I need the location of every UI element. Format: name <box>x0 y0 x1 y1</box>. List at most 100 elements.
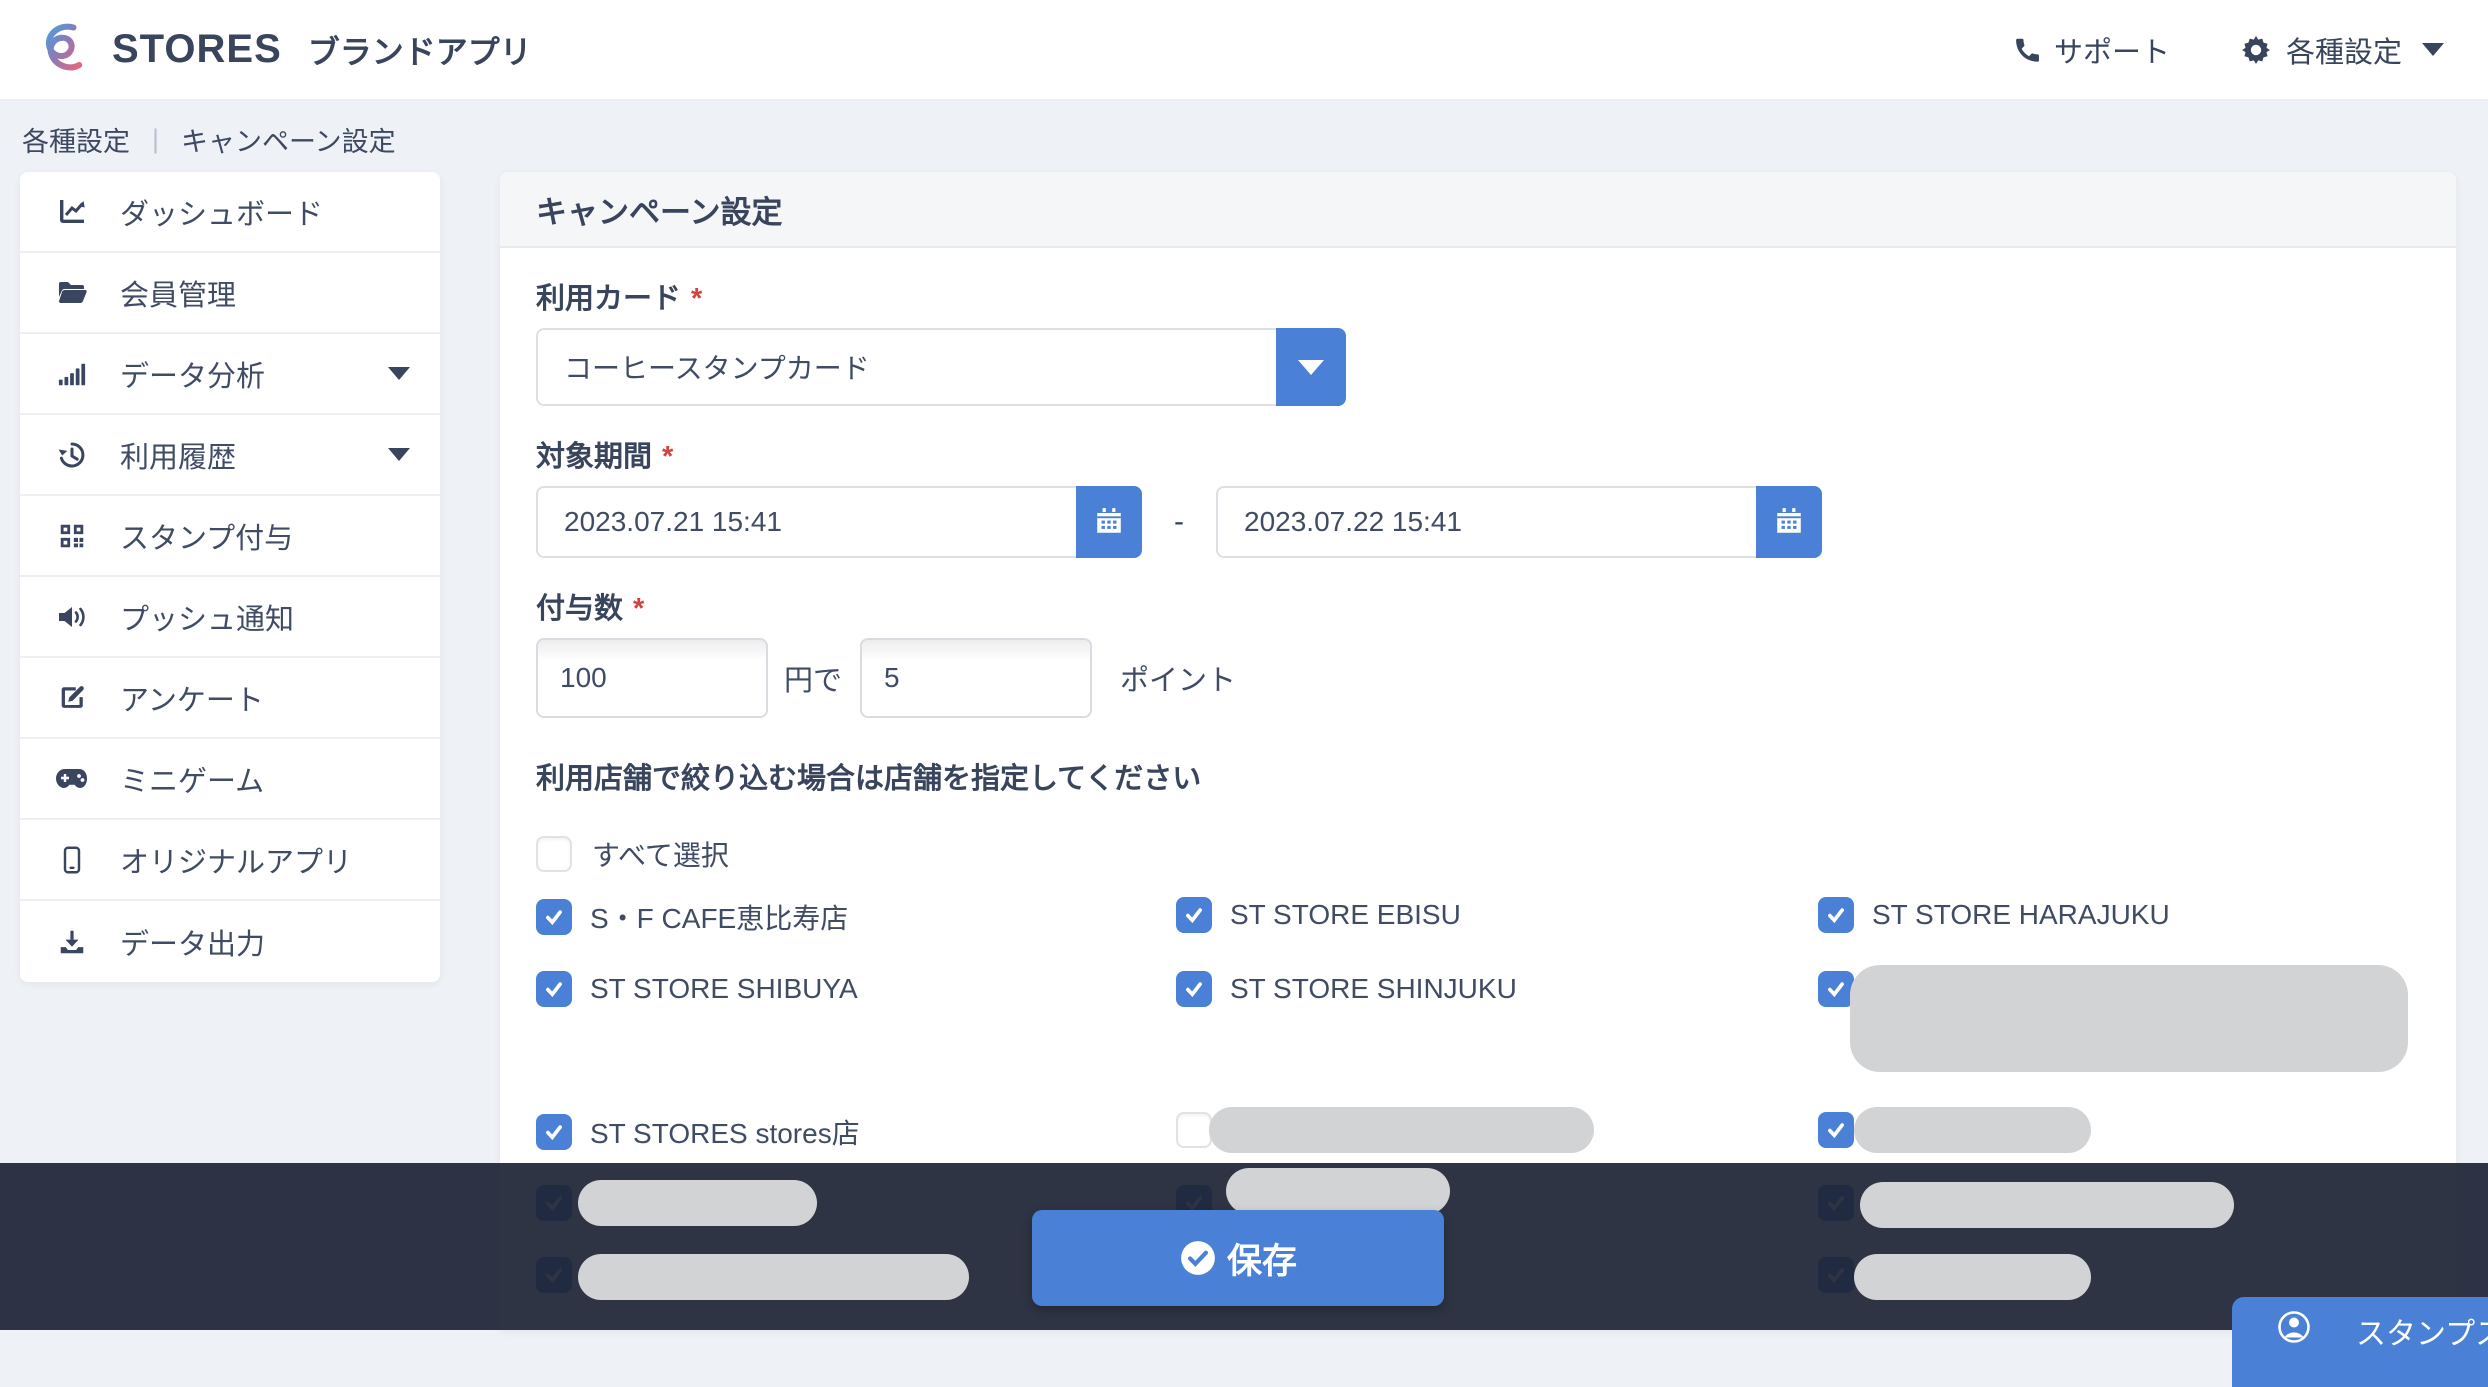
brand-name: STORES <box>112 27 282 72</box>
download-icon <box>50 927 94 957</box>
checkbox-checked-icon[interactable] <box>536 971 572 1007</box>
sidebar: ダッシュボード 会員管理 データ分析 利用履歴 スタンプ付与 プッシュ通知 <box>20 172 440 982</box>
sidebar-item-data-export[interactable]: データ出力 <box>20 901 440 982</box>
signal-bars-icon <box>50 359 94 389</box>
label-text: 利用カード <box>536 283 681 315</box>
stores-heading: 利用店舗で絞り込む場合は店舗を指定してください <box>536 762 2420 796</box>
points-label: 付与数* <box>536 592 2420 626</box>
check-circle-icon <box>1179 1239 1217 1277</box>
save-label: 保存 <box>1227 1233 1297 1284</box>
store-item-redacted[interactable] <box>1176 1112 1230 1148</box>
period-row: - <box>536 486 2420 558</box>
amount-input[interactable] <box>536 638 768 718</box>
sidebar-item-label: ミニゲーム <box>120 758 264 800</box>
checkbox-checked-icon[interactable] <box>1176 971 1212 1007</box>
sidebar-item-label: データ出力 <box>120 921 265 963</box>
support-label: サポート <box>2054 29 2170 71</box>
page-title: キャンペーン設定 <box>536 187 782 232</box>
sidebar-item-data-analysis[interactable]: データ分析 <box>20 334 440 415</box>
sidebar-item-members[interactable]: 会員管理 <box>20 253 440 334</box>
checkbox-checked-icon[interactable] <box>536 1114 572 1150</box>
label-text: 付与数 <box>536 593 623 625</box>
sidebar-item-stamp-grant[interactable]: スタンプ付与 <box>20 496 440 577</box>
store-item[interactable]: ST STORE SHINJUKU <box>1176 971 1517 1007</box>
card-select-value[interactable]: コーヒースタンプカード <box>536 328 1276 406</box>
sidebar-item-survey[interactable]: アンケート <box>20 658 440 739</box>
save-button[interactable]: 保存 <box>1032 1210 1444 1306</box>
store-label: ST STORE SHINJUKU <box>1230 973 1517 1005</box>
sidebar-item-usage-history[interactable]: 利用履歴 <box>20 415 440 496</box>
store-item-redacted[interactable] <box>1818 971 1872 1007</box>
stores-logo-icon <box>36 20 96 80</box>
sidebar-item-dashboard[interactable]: ダッシュボード <box>20 172 440 253</box>
checkbox-checked-icon[interactable] <box>536 899 572 935</box>
select-all-checkbox[interactable] <box>536 836 572 872</box>
store-item-redacted[interactable] <box>1818 1112 1872 1148</box>
gear-icon <box>2240 34 2272 66</box>
card-select-dropdown-button[interactable] <box>1276 328 1346 406</box>
sidebar-item-push-notification[interactable]: プッシュ通知 <box>20 577 440 658</box>
support-link[interactable]: サポート <box>2010 29 2170 71</box>
sidebar-item-label: ダッシュボード <box>120 191 323 233</box>
store-item[interactable]: ST STORE SHIBUYA <box>536 971 858 1007</box>
period-end-input[interactable] <box>1216 486 1756 558</box>
select-all-label: すべて選択 <box>592 834 729 874</box>
qr-code-icon <box>50 521 94 551</box>
period-label: 対象期間* <box>536 440 2420 474</box>
app-header: STORES ブランドアプリ サポート 各種設定 <box>0 0 2488 101</box>
points-input[interactable] <box>860 638 1092 718</box>
volume-icon <box>50 601 94 633</box>
sidebar-item-label: オリジナルアプリ <box>120 839 352 881</box>
store-label: ST STORES stores店 <box>590 1112 860 1152</box>
checkbox-unchecked-icon[interactable] <box>1176 1112 1212 1148</box>
phone-icon <box>2010 35 2040 65</box>
brand-logo[interactable]: STORES ブランドアプリ <box>36 20 532 80</box>
pen-square-icon <box>50 683 94 713</box>
person-circle-icon <box>2276 1309 2312 1345</box>
breadcrumb-parent[interactable]: 各種設定 <box>22 120 130 159</box>
store-label: ST STORE SHIBUYA <box>590 973 858 1005</box>
store-item[interactable]: ST STORE EBISU <box>1176 897 1461 933</box>
settings-label: 各種設定 <box>2286 29 2402 71</box>
chevron-down-icon <box>388 367 410 380</box>
sidebar-item-label: データ分析 <box>120 353 265 395</box>
breadcrumb: 各種設定 | キャンペーン設定 <box>22 120 396 159</box>
checkbox-checked-icon[interactable] <box>1818 897 1854 933</box>
period-start-calendar-button[interactable] <box>1076 486 1142 558</box>
folder-open-icon <box>50 277 94 309</box>
calendar-icon <box>1774 506 1804 539</box>
store-item[interactable]: ST STORE HARAJUKU <box>1818 897 2170 933</box>
campaign-settings-card: キャンペーン設定 利用カード * コーヒースタンプカード 対象期間* <box>500 172 2456 1330</box>
settings-menu[interactable]: 各種設定 <box>2240 29 2444 71</box>
brand-suffix: ブランドアプリ <box>308 27 532 73</box>
sidebar-item-label: 利用履歴 <box>120 434 236 476</box>
select-all-row: すべて選択 <box>536 834 2420 874</box>
store-label: ST STORE HARAJUKU <box>1872 899 2170 931</box>
unit-points-label: ポイント <box>1120 657 1236 699</box>
checkbox-checked-icon[interactable] <box>1818 1112 1854 1148</box>
period-separator: - <box>1142 505 1216 539</box>
mobile-icon <box>50 844 94 876</box>
floating-button-label: スタンプスカフ <box>2356 1309 2488 1353</box>
sidebar-item-original-app[interactable]: オリジナルアプリ <box>20 820 440 901</box>
history-icon <box>50 439 94 471</box>
checkbox-checked-icon[interactable] <box>1176 897 1212 933</box>
chevron-down-icon <box>1298 360 1324 375</box>
store-item[interactable]: S・F CAFE恵比寿店 <box>536 897 848 937</box>
store-item[interactable]: ST STORES stores店 <box>536 1112 860 1152</box>
card-select: コーヒースタンプカード <box>536 328 1346 406</box>
unit-yen-label: 円で <box>784 657 842 699</box>
sidebar-item-label: 会員管理 <box>120 272 236 314</box>
sidebar-item-label: スタンプ付与 <box>120 515 293 557</box>
period-start-input[interactable] <box>536 486 1076 558</box>
sidebar-item-minigame[interactable]: ミニゲーム <box>20 739 440 820</box>
chevron-down-icon <box>2422 43 2444 56</box>
points-row: 円で ポイント <box>536 638 2420 718</box>
period-end-calendar-button[interactable] <box>1756 486 1822 558</box>
required-asterisk: * <box>691 283 702 315</box>
account-floating-button[interactable]: スタンプスカフ <box>2232 1297 2488 1387</box>
store-label: ST STORE EBISU <box>1230 899 1461 931</box>
breadcrumb-divider: | <box>130 124 181 155</box>
checkbox-checked-icon[interactable] <box>1818 971 1854 1007</box>
sidebar-item-label: アンケート <box>120 677 264 719</box>
